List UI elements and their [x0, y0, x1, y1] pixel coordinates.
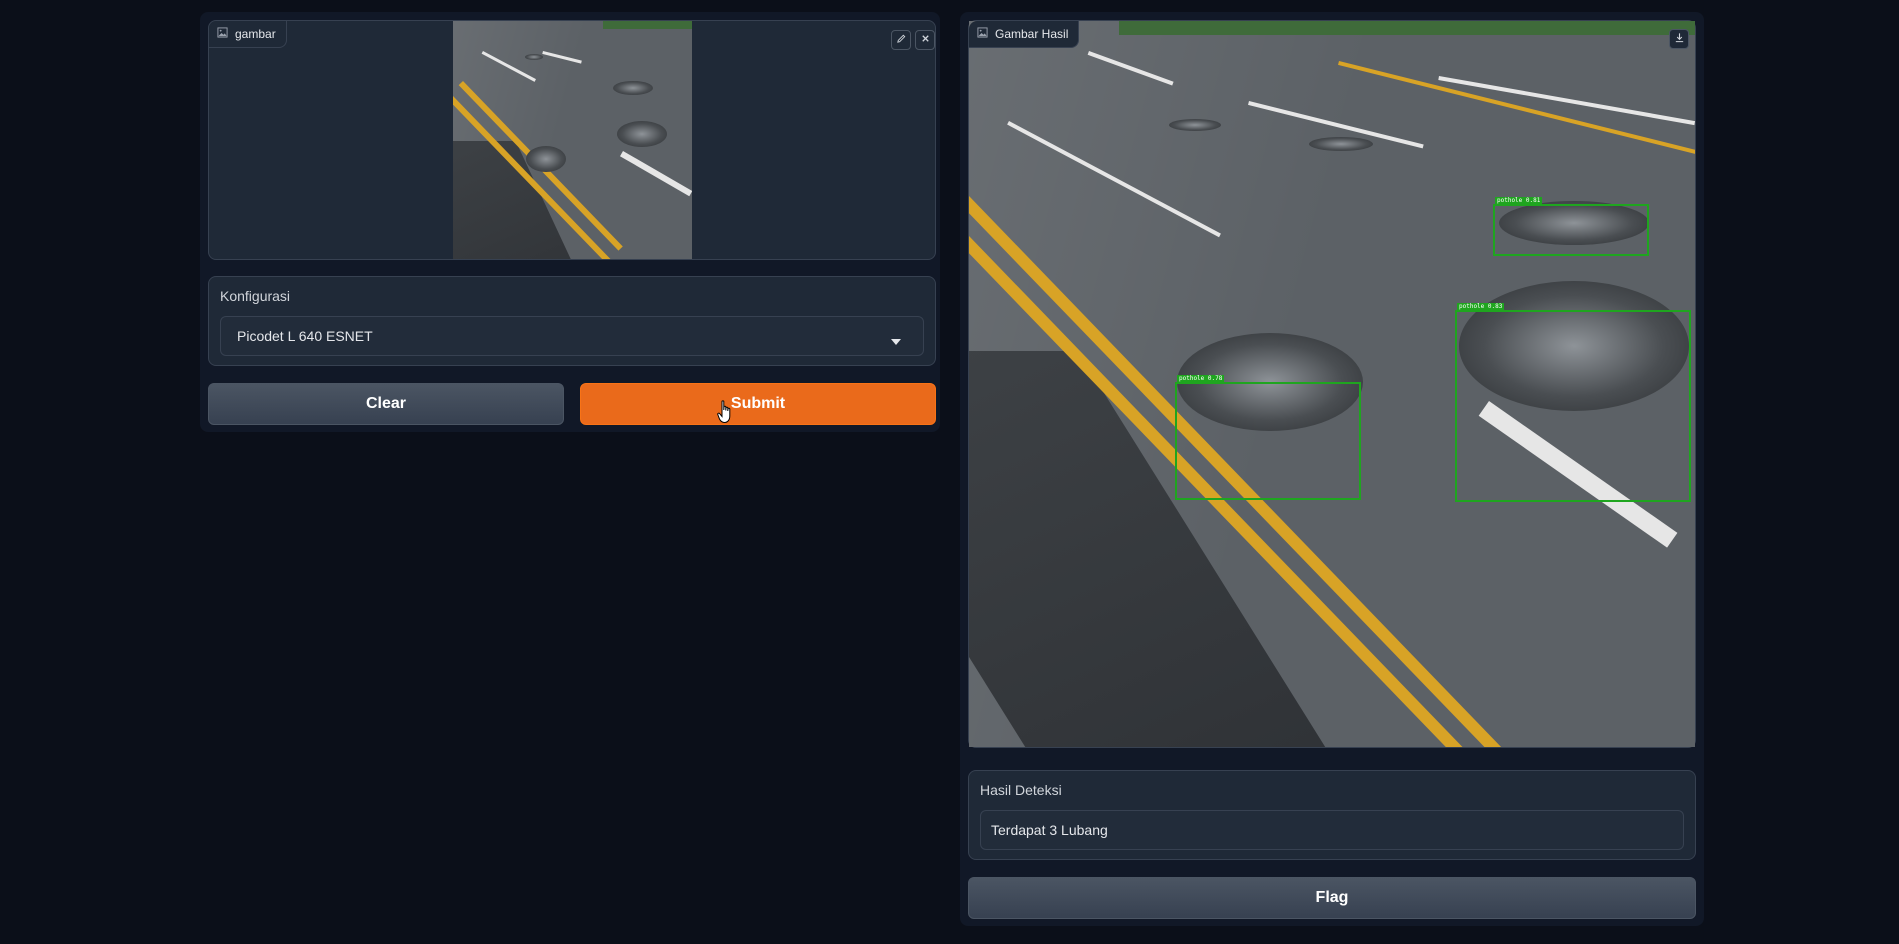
- image-icon: [977, 27, 988, 41]
- caret-down-icon: [891, 332, 901, 348]
- detection-box: pothole 0.78: [1175, 375, 1361, 500]
- submit-button[interactable]: Submit: [580, 383, 936, 425]
- edit-button[interactable]: [891, 30, 911, 50]
- result-panel: Hasil Deteksi Terdapat 3 Lubang: [968, 770, 1696, 860]
- output-image-label: Gambar Hasil: [995, 27, 1069, 41]
- download-button[interactable]: [1669, 29, 1689, 49]
- detection-label: pothole 0.81: [1495, 197, 1543, 205]
- input-column: gambar Konfigurasi Picodet L 640 ESNET C…: [200, 12, 940, 432]
- model-select[interactable]: Picodet L 640 ESNET: [220, 316, 924, 356]
- flag-button[interactable]: Flag: [968, 877, 1696, 919]
- download-icon: [1674, 30, 1685, 48]
- input-image-label: gambar: [235, 27, 276, 41]
- output-image-panel: pothole 0.81 pothole 0.83 pothole 0.78 G…: [968, 20, 1696, 748]
- input-image-preview: [453, 21, 692, 259]
- clear-button[interactable]: Clear: [208, 383, 564, 425]
- output-image-badge: Gambar Hasil: [969, 21, 1080, 48]
- input-image-panel[interactable]: gambar: [208, 20, 936, 260]
- config-panel: Konfigurasi Picodet L 640 ESNET: [208, 276, 936, 366]
- result-value: Terdapat 3 Lubang: [991, 822, 1108, 838]
- output-column: pothole 0.81 pothole 0.83 pothole 0.78 G…: [960, 12, 1704, 926]
- image-icon: [217, 27, 228, 41]
- detection-box: pothole 0.83: [1455, 303, 1691, 502]
- input-image-badge: gambar: [209, 21, 287, 48]
- detection-box: pothole 0.81: [1493, 197, 1649, 256]
- config-label: Konfigurasi: [220, 288, 291, 304]
- detection-label: pothole 0.83: [1457, 303, 1505, 311]
- result-label: Hasil Deteksi: [980, 782, 1062, 798]
- pencil-icon: [896, 31, 907, 49]
- close-button[interactable]: [915, 30, 935, 50]
- close-icon: [920, 31, 931, 49]
- model-select-value: Picodet L 640 ESNET: [237, 328, 373, 344]
- result-textbox[interactable]: Terdapat 3 Lubang: [980, 810, 1684, 850]
- detection-label: pothole 0.78: [1177, 375, 1225, 383]
- hand-cursor-icon: [717, 400, 735, 424]
